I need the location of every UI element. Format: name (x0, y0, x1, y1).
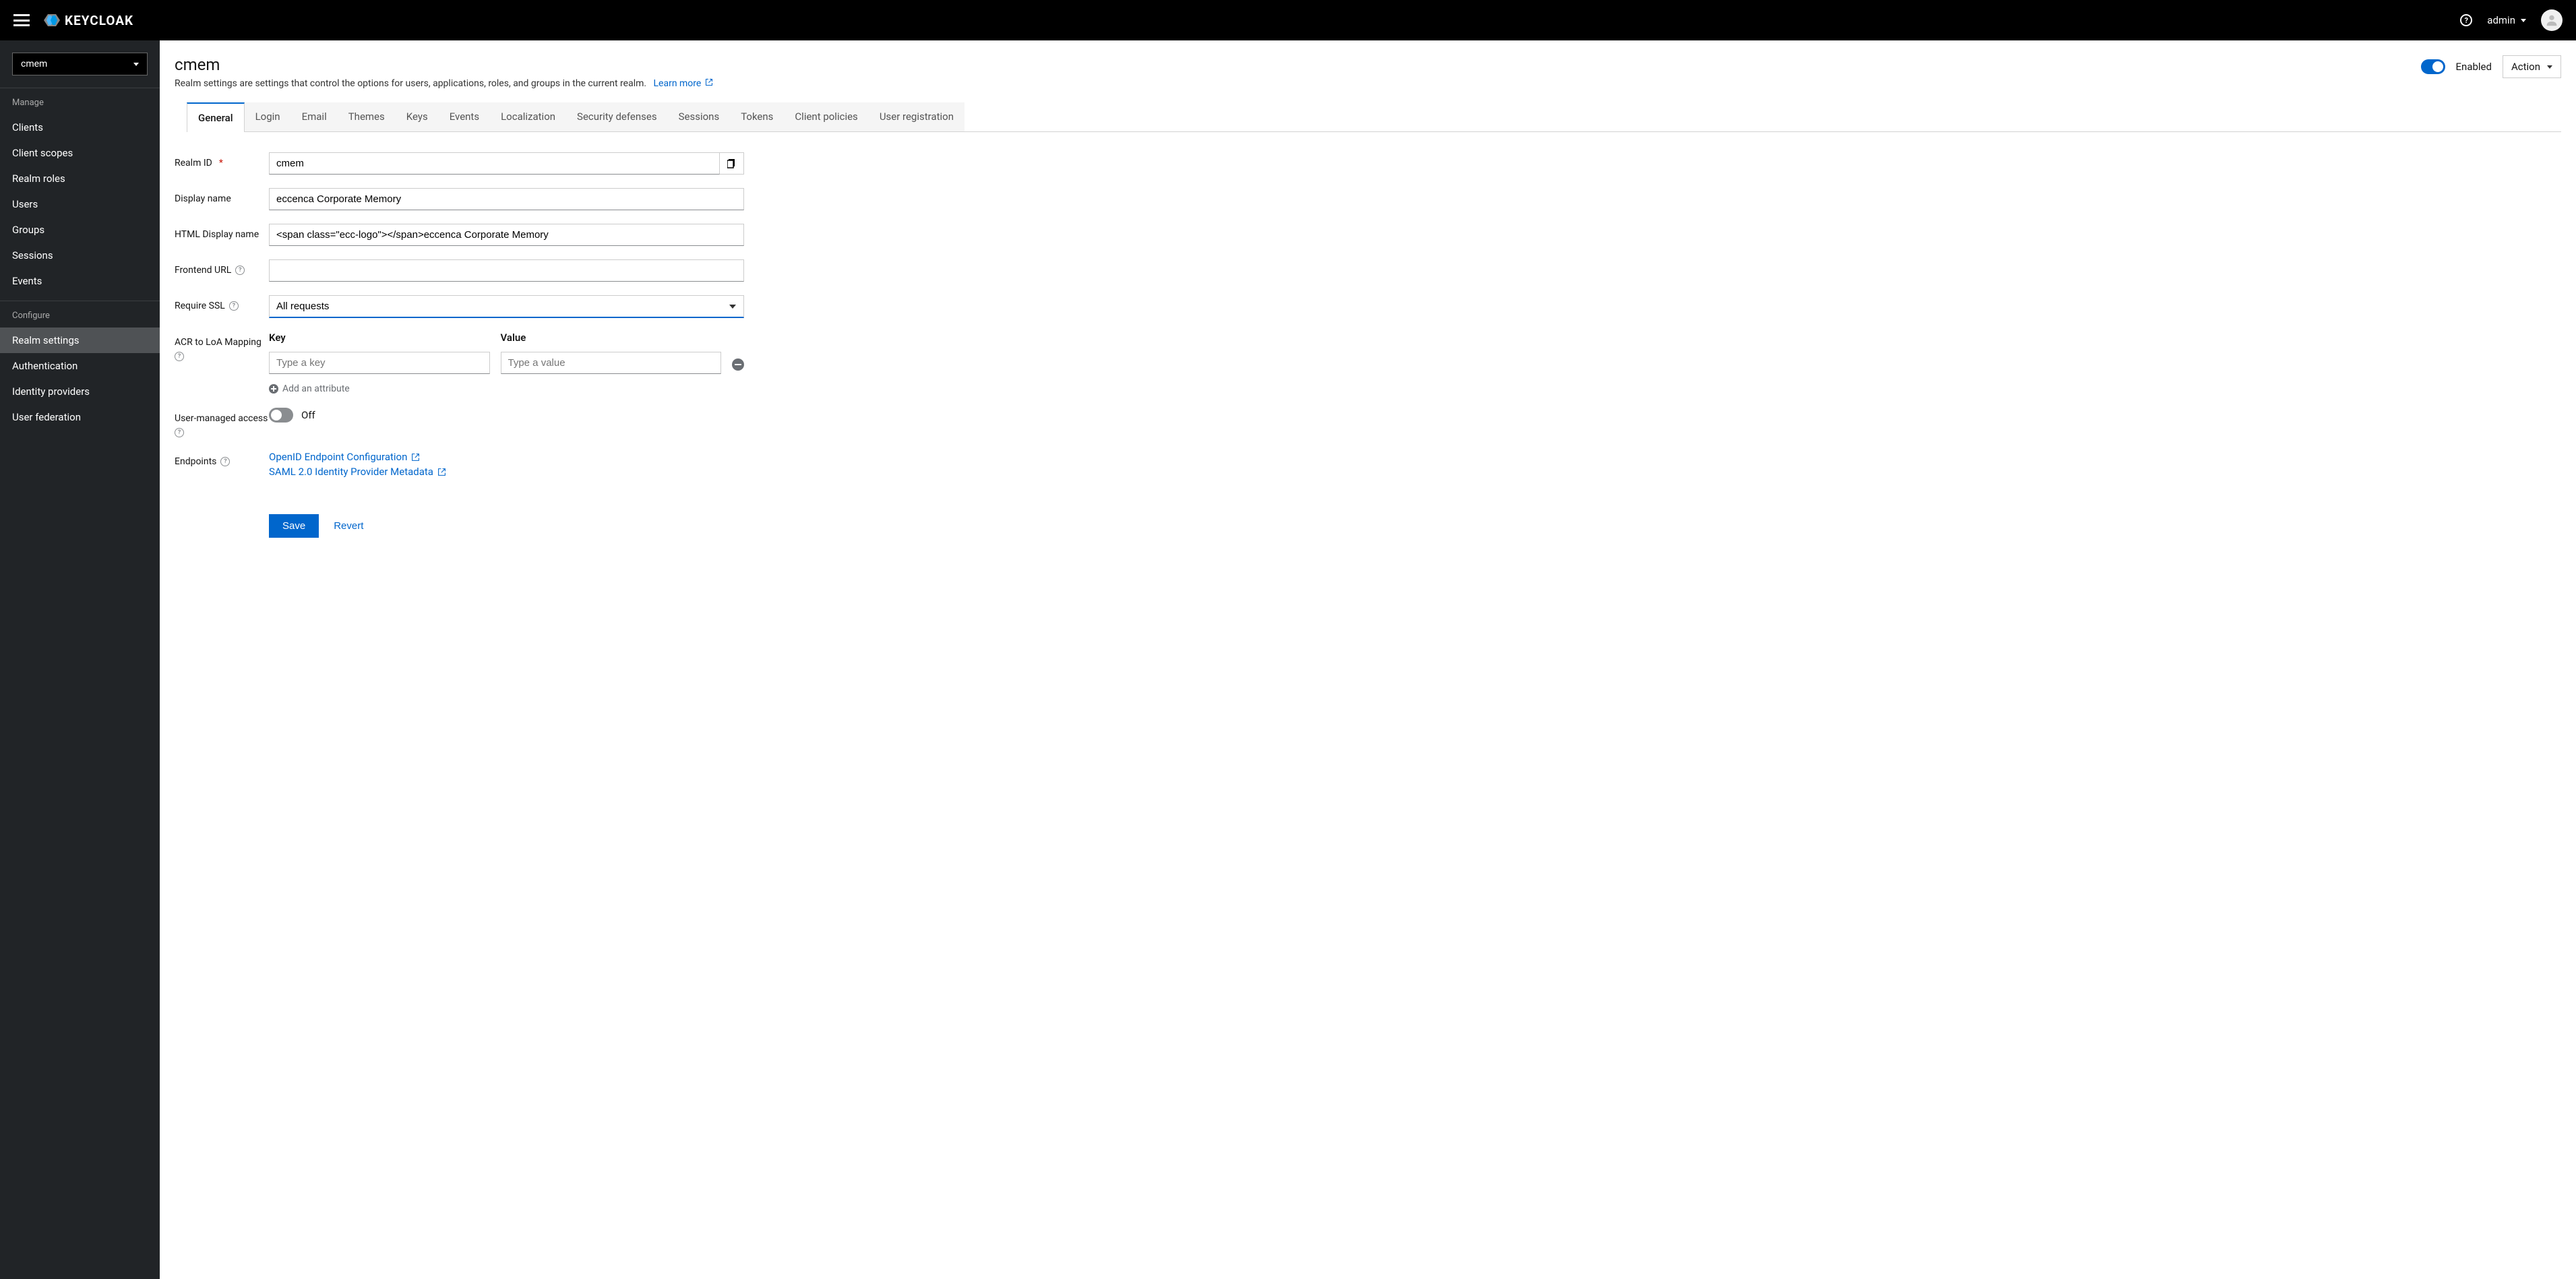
html-display-name-label: HTML Display name (175, 224, 269, 240)
user-avatar[interactable] (2541, 9, 2563, 31)
require-ssl-select[interactable] (269, 295, 744, 318)
action-label: Action (2511, 61, 2540, 73)
user-managed-access-label: User-managed access? (175, 408, 269, 437)
person-icon (2544, 13, 2559, 28)
help-icon[interactable]: ? (229, 301, 239, 311)
save-button[interactable]: Save (269, 514, 319, 538)
help-icon[interactable]: ? (175, 428, 184, 437)
frontend-url-input[interactable] (269, 259, 744, 282)
tab-localization[interactable]: Localization (490, 102, 566, 131)
acr-value-input[interactable] (501, 352, 722, 374)
html-display-name-input[interactable] (269, 224, 744, 246)
sidebar-section-manage: Manage (0, 88, 160, 115)
toggle-off-label: Off (301, 409, 315, 421)
logo-hexagon-icon (43, 13, 61, 28)
tab-events[interactable]: Events (439, 102, 490, 131)
endpoint-link-openid-endpoint-configuration[interactable]: OpenID Endpoint Configuration (269, 451, 744, 463)
tabs-container: GeneralLoginEmailThemesKeysEventsLocaliz… (187, 102, 2561, 132)
sidebar-item-events[interactable]: Events (0, 268, 160, 294)
tab-client-policies[interactable]: Client policies (784, 102, 868, 131)
add-attribute-button[interactable]: Add an attribute (269, 383, 744, 394)
sidebar-item-clients[interactable]: Clients (0, 115, 160, 140)
help-icon[interactable]: ? (175, 352, 184, 361)
caret-down-icon (133, 63, 139, 66)
realm-id-input[interactable] (269, 152, 720, 175)
logo-text: KEYCLOAK (65, 13, 133, 28)
copy-icon (727, 159, 737, 168)
tab-general[interactable]: General (187, 102, 245, 132)
page-title: cmem (175, 55, 220, 74)
sidebar-section-configure: Configure (0, 301, 160, 327)
endpoint-link-saml-2-0-identity-provider-metadata[interactable]: SAML 2.0 Identity Provider Metadata (269, 466, 744, 478)
frontend-url-label: Frontend URL? (175, 259, 269, 276)
realm-id-label: Realm ID* (175, 152, 269, 168)
sidebar-item-users[interactable]: Users (0, 191, 160, 217)
main-content: cmem Enabled Action Realm settings are s… (160, 40, 2576, 1279)
sidebar-item-sessions[interactable]: Sessions (0, 243, 160, 268)
external-link-icon (437, 468, 446, 476)
caret-down-icon (2521, 19, 2526, 22)
user-managed-access-toggle[interactable] (269, 408, 293, 423)
top-bar: KEYCLOAK ? admin (0, 0, 2576, 40)
enabled-label: Enabled (2456, 61, 2492, 73)
display-name-input[interactable] (269, 188, 744, 210)
page-description: Realm settings are settings that control… (175, 78, 2561, 89)
user-menu[interactable]: admin (2487, 14, 2526, 26)
tab-themes[interactable]: Themes (338, 102, 396, 131)
sidebar-item-client-scopes[interactable]: Client scopes (0, 140, 160, 166)
help-icon[interactable]: ? (235, 266, 245, 275)
caret-down-icon (2547, 65, 2552, 69)
copy-realm-id-button[interactable] (720, 152, 744, 175)
tab-login[interactable]: Login (245, 102, 291, 131)
sidebar-item-authentication[interactable]: Authentication (0, 353, 160, 379)
help-icon[interactable]: ? (2460, 14, 2472, 26)
tab-email[interactable]: Email (291, 102, 338, 131)
value-column-header: Value (501, 332, 722, 344)
key-column-header: Key (269, 332, 490, 344)
revert-button[interactable]: Revert (334, 514, 363, 538)
tab-keys[interactable]: Keys (396, 102, 439, 131)
sidebar-item-groups[interactable]: Groups (0, 217, 160, 243)
username-label: admin (2487, 14, 2515, 26)
sidebar-item-identity-providers[interactable]: Identity providers (0, 379, 160, 404)
tab-security-defenses[interactable]: Security defenses (566, 102, 668, 131)
tab-tokens[interactable]: Tokens (730, 102, 784, 131)
help-icon[interactable]: ? (220, 457, 230, 466)
plus-circle-icon (269, 384, 278, 394)
sidebar-item-user-federation[interactable]: User federation (0, 404, 160, 430)
keycloak-logo[interactable]: KEYCLOAK (43, 13, 133, 28)
acr-mapping-label: ACR to LoA Mapping? (175, 332, 269, 361)
hamburger-menu-icon[interactable] (13, 14, 30, 26)
display-name-label: Display name (175, 188, 269, 204)
sidebar-item-realm-settings[interactable]: Realm settings (0, 327, 160, 353)
action-dropdown[interactable]: Action (2503, 55, 2561, 78)
tab-user-registration[interactable]: User registration (869, 102, 964, 131)
remove-attribute-button[interactable] (732, 358, 744, 371)
require-ssl-label: Require SSL? (175, 295, 269, 311)
endpoints-label: Endpoints? (175, 451, 269, 467)
learn-more-link[interactable]: Learn more (654, 78, 713, 89)
sidebar: cmem Manage ClientsClient scopesRealm ro… (0, 40, 160, 1279)
realm-selector-value: cmem (21, 59, 47, 69)
realm-enabled-toggle[interactable] (2421, 59, 2445, 74)
sidebar-item-realm-roles[interactable]: Realm roles (0, 166, 160, 191)
external-link-icon (705, 78, 713, 86)
external-link-icon (411, 453, 420, 462)
acr-key-input[interactable] (269, 352, 490, 374)
tab-sessions[interactable]: Sessions (668, 102, 731, 131)
realm-selector[interactable]: cmem (12, 53, 148, 75)
